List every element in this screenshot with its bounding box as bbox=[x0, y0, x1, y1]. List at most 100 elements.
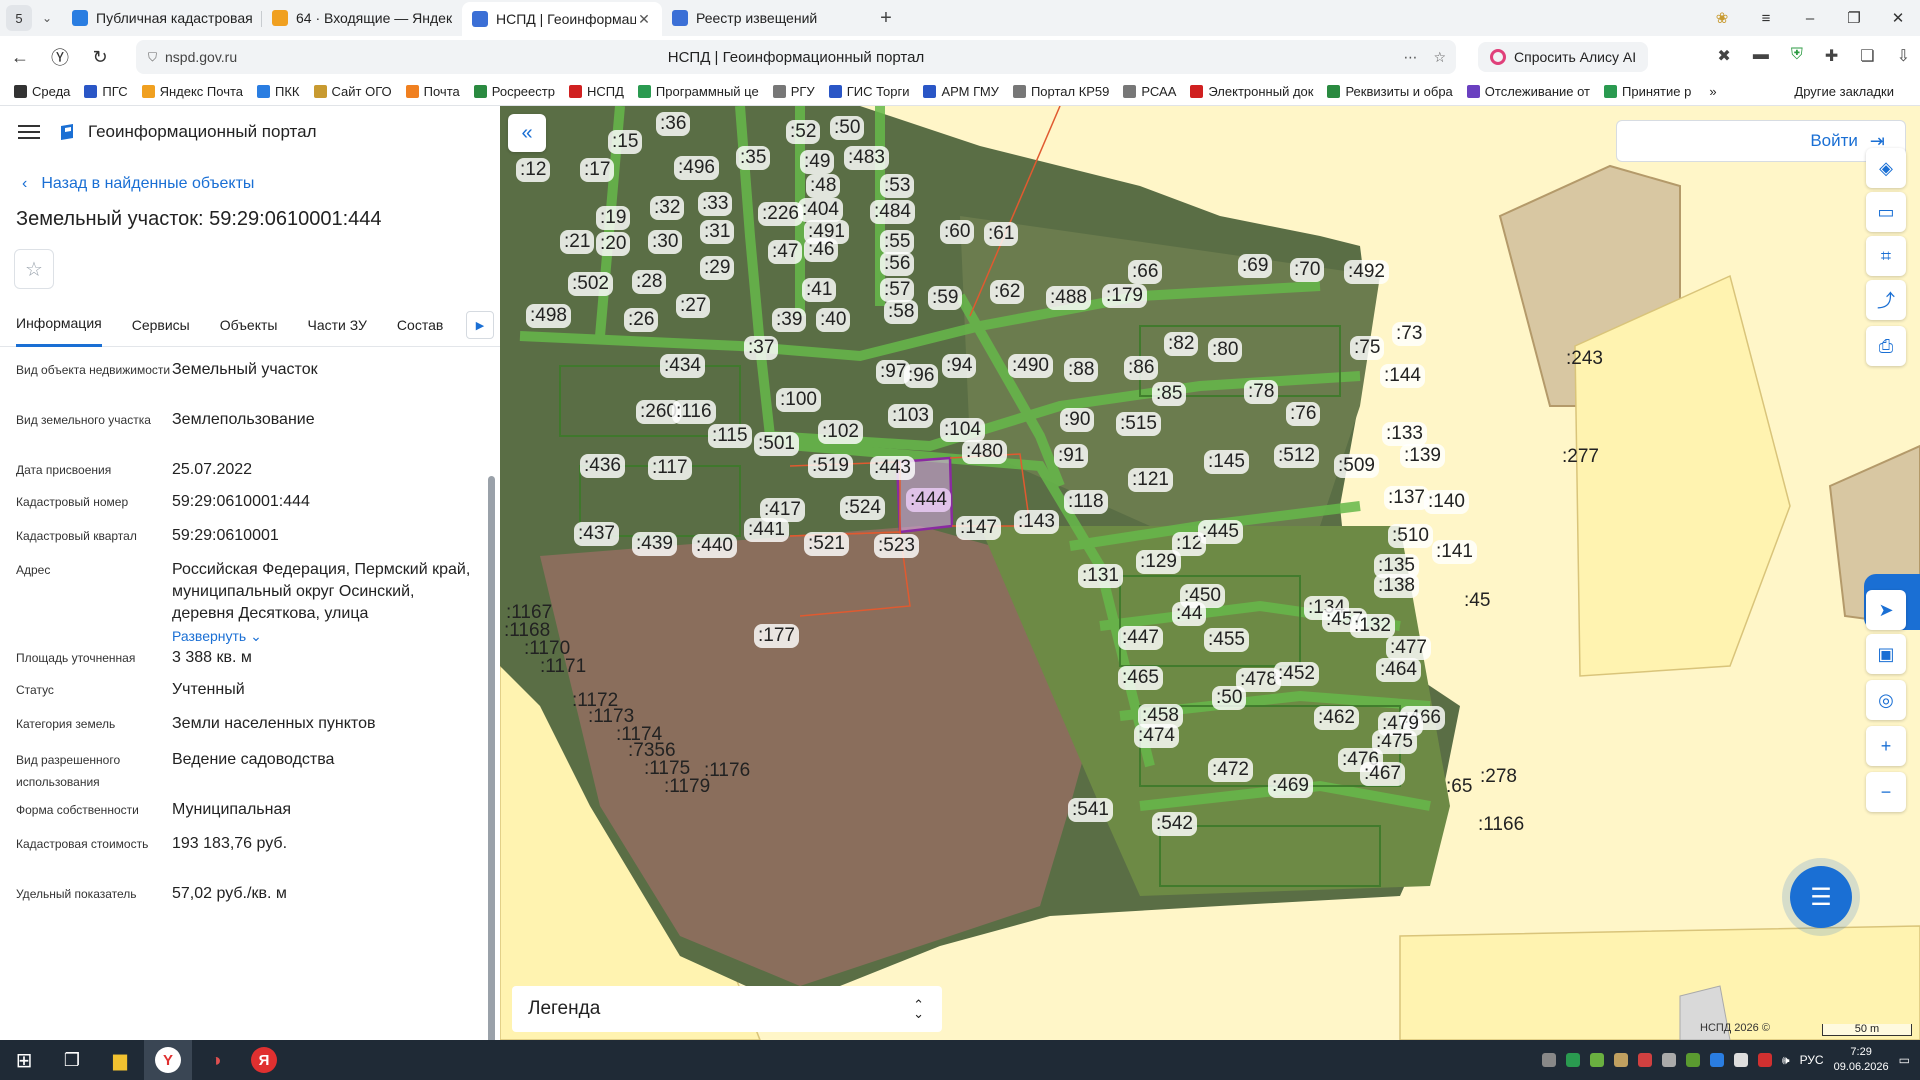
file-explorer-icon[interactable]: ▆ bbox=[96, 1040, 144, 1080]
parcel-number-label[interactable]: :129 bbox=[1136, 550, 1181, 574]
ruler-button[interactable]: ▭ bbox=[1866, 192, 1906, 232]
ccleaner-icon[interactable]: ◑ bbox=[192, 1040, 240, 1080]
parcel-number-label[interactable]: :524 bbox=[840, 496, 885, 520]
basemap-button[interactable]: ▣ bbox=[1866, 634, 1906, 674]
parcel-number-label[interactable]: :39 bbox=[772, 308, 807, 332]
yandex-icon[interactable]: Ⓨ bbox=[40, 44, 80, 70]
more-icon[interactable]: ⋯ bbox=[1403, 49, 1417, 66]
parcel-number-label[interactable]: :139 bbox=[1400, 444, 1445, 468]
parcel-number-label[interactable]: :177 bbox=[754, 624, 799, 648]
parcel-number-label[interactable]: :467 bbox=[1360, 762, 1405, 786]
parcel-number-label[interactable]: :144 bbox=[1380, 364, 1425, 388]
parcel-number-label[interactable]: :32 bbox=[650, 196, 685, 220]
parcel-number-label[interactable]: :59 bbox=[928, 286, 963, 310]
tray-app-icon[interactable] bbox=[1590, 1053, 1604, 1067]
parcel-number-label[interactable]: :60 bbox=[940, 220, 975, 244]
downloads-icon[interactable]: ⇩ bbox=[1897, 46, 1910, 66]
yandex-icon[interactable]: Я bbox=[240, 1040, 288, 1080]
parcel-number-label[interactable]: :515 bbox=[1116, 412, 1161, 436]
browser-tab-nspd[interactable]: НСПД | Геоинформацион ✕ bbox=[462, 2, 662, 36]
bookmark-item[interactable]: Росреестр bbox=[473, 84, 555, 99]
parcel-number-label[interactable]: :44 bbox=[1172, 602, 1207, 626]
parcel-number-label[interactable]: :56 bbox=[880, 252, 915, 276]
collections-icon[interactable]: ❏ bbox=[1860, 46, 1874, 66]
tray-app-icon[interactable] bbox=[1566, 1053, 1580, 1067]
browser-tab-mail[interactable]: 64 · Входящие — Яндекс П bbox=[262, 3, 462, 33]
parcel-number-label[interactable]: :76 bbox=[1286, 402, 1321, 426]
reload-icon[interactable]: ↻ bbox=[80, 47, 120, 68]
workspace-counter[interactable]: 5 bbox=[6, 5, 32, 31]
parcel-number-label[interactable]: :498 bbox=[526, 304, 571, 328]
minimize-button[interactable]: – bbox=[1788, 10, 1832, 27]
parcel-number-label[interactable]: :434 bbox=[660, 354, 705, 378]
login-button[interactable]: Войти ⇥ bbox=[1616, 120, 1906, 162]
wallet-icon[interactable]: ▬ bbox=[1753, 46, 1769, 66]
parcel-number-label[interactable]: :33 bbox=[698, 192, 733, 216]
bookmark-item[interactable]: Отслеживание от bbox=[1466, 84, 1590, 99]
parcel-number-label[interactable]: :96 bbox=[904, 364, 939, 388]
parcel-number-label[interactable]: :58 bbox=[884, 300, 919, 324]
panel-scrollbar[interactable] bbox=[486, 466, 496, 1040]
parcel-number-label[interactable]: :57 bbox=[880, 278, 915, 302]
tray-app-icon[interactable] bbox=[1686, 1053, 1700, 1067]
parcel-number-label[interactable]: :29 bbox=[700, 256, 735, 280]
parcel-number-label[interactable]: :35 bbox=[736, 146, 771, 170]
bookmark-item[interactable]: РСАА bbox=[1123, 84, 1176, 99]
parcel-number-label[interactable]: :82 bbox=[1164, 332, 1199, 356]
bookmark-item[interactable]: Программный це bbox=[637, 84, 759, 99]
bookmark-item[interactable]: Почта bbox=[405, 84, 460, 99]
parcel-number-label[interactable]: :94 bbox=[942, 354, 977, 378]
parcel-number-label[interactable]: :12 bbox=[516, 158, 551, 182]
parcel-number-label[interactable]: :86 bbox=[1124, 356, 1159, 380]
tray-app-icon[interactable] bbox=[1614, 1053, 1628, 1067]
collapse-panel-button[interactable]: « bbox=[508, 114, 546, 152]
parcel-number-label[interactable]: :488 bbox=[1046, 286, 1091, 310]
parcel-number-label[interactable]: :443 bbox=[870, 456, 915, 480]
parcel-number-label[interactable]: :480 bbox=[962, 440, 1007, 464]
parcel-number-label[interactable]: :501 bbox=[754, 432, 799, 456]
parcel-number-label[interactable]: :20 bbox=[596, 232, 631, 256]
parcel-number-label[interactable]: :1179 bbox=[664, 776, 710, 798]
parcel-number-label[interactable]: :45 bbox=[1464, 590, 1490, 612]
parcel-number-label[interactable]: :53 bbox=[880, 174, 915, 198]
print-button[interactable]: ⎙ bbox=[1866, 326, 1906, 366]
parcel-number-label[interactable]: :519 bbox=[808, 454, 853, 478]
extension-icon[interactable]: ❀ bbox=[1700, 9, 1744, 27]
tab-information[interactable]: Информация bbox=[16, 303, 102, 347]
bookmark-item[interactable]: Электронный док bbox=[1190, 84, 1313, 99]
parcel-number-label[interactable]: :542 bbox=[1152, 812, 1197, 836]
bookmark-item[interactable]: Яндекс Почта bbox=[141, 84, 243, 99]
zoom-out-button[interactable]: − bbox=[1866, 772, 1906, 812]
tray-app-icon[interactable] bbox=[1542, 1053, 1556, 1067]
parcel-number-label[interactable]: :47 bbox=[768, 240, 803, 264]
url-field[interactable]: ⛉ nspd.gov.ru НСПД | Геоинформационный п… bbox=[136, 40, 1456, 74]
parcel-number-label[interactable]: :138 bbox=[1374, 574, 1419, 598]
bookmark-item[interactable]: Реквизиты и обра bbox=[1327, 84, 1453, 99]
legend-dropdown[interactable]: Легенда ⌃ ⌄ bbox=[512, 986, 942, 1032]
parcel-number-label[interactable]: :447 bbox=[1118, 626, 1163, 650]
parcel-number-label[interactable]: :484 bbox=[870, 200, 915, 224]
tabs-scroll-right-button[interactable]: ▶ bbox=[466, 311, 494, 339]
parcel-number-label[interactable]: :243 bbox=[1566, 348, 1603, 370]
bookmark-item[interactable]: Принятие р bbox=[1604, 84, 1691, 99]
bookmark-icon[interactable]: ☆ bbox=[1433, 49, 1446, 66]
tab-services[interactable]: Сервисы bbox=[132, 303, 190, 347]
bookmarks-overflow-button[interactable]: » bbox=[1709, 84, 1716, 99]
language-indicator[interactable]: РУС bbox=[1800, 1053, 1824, 1067]
parcel-number-label[interactable]: :90 bbox=[1060, 408, 1095, 432]
other-bookmarks-button[interactable]: Другие закладки bbox=[1794, 84, 1894, 99]
parcel-number-label[interactable]: :26 bbox=[624, 308, 659, 332]
parcel-number-label[interactable]: :75 bbox=[1350, 336, 1385, 360]
parcel-number-label[interactable]: :417 bbox=[760, 498, 805, 522]
bookmark-item[interactable]: НСПД bbox=[568, 84, 624, 99]
parcel-number-label[interactable]: :36 bbox=[656, 112, 691, 136]
tray-app-icon[interactable] bbox=[1638, 1053, 1652, 1067]
parcel-number-label[interactable]: :65 bbox=[1446, 776, 1472, 798]
parcel-number-label[interactable]: :91 bbox=[1054, 444, 1089, 468]
tab-parcel-parts[interactable]: Части ЗУ bbox=[307, 303, 366, 347]
restore-button[interactable]: ❐ bbox=[1832, 9, 1876, 27]
parcel-number-label[interactable]: :462 bbox=[1314, 706, 1359, 730]
bookmark-item[interactable]: ГИС Торги bbox=[828, 84, 909, 99]
parcel-number-label[interactable]: :465 bbox=[1118, 666, 1163, 690]
parcel-number-label[interactable]: :30 bbox=[648, 230, 683, 254]
